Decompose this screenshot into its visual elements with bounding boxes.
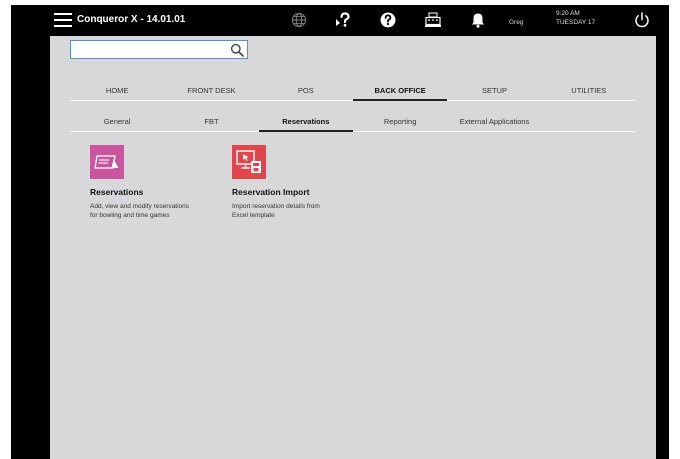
clock-day: TUESDAY 17 bbox=[556, 19, 596, 26]
import-monitor-icon[interactable] bbox=[232, 145, 266, 179]
tile-description-line: Import reservation details from bbox=[232, 203, 320, 210]
tab-pos[interactable]: POS bbox=[259, 80, 353, 100]
main-panel: HOME FRONT DESK POS BACK OFFICE SETUP UT… bbox=[50, 36, 656, 459]
subtab-general[interactable]: General bbox=[70, 112, 164, 131]
search-box[interactable] bbox=[70, 40, 248, 59]
tile-reservation-import[interactable]: Reservation Import Import reservation de… bbox=[232, 145, 320, 220]
hamburger-menu-icon[interactable] bbox=[54, 13, 72, 27]
globe-icon[interactable] bbox=[290, 11, 308, 29]
reservation-ticket-icon[interactable] bbox=[90, 145, 124, 179]
subtab-fbt[interactable]: FBT bbox=[164, 112, 258, 131]
tile-title: Reservations bbox=[90, 187, 144, 197]
tab-back-office[interactable]: BACK OFFICE bbox=[352, 80, 448, 101]
tab-home[interactable]: HOME bbox=[70, 80, 164, 100]
tab-setup[interactable]: SETUP bbox=[447, 80, 541, 100]
search-input[interactable] bbox=[73, 42, 223, 57]
tile-title: Reservation Import bbox=[232, 187, 310, 197]
tile-reservations[interactable]: Reservations Add, view and modify reserv… bbox=[90, 145, 189, 220]
pointer-help-icon[interactable] bbox=[334, 11, 352, 29]
main-nav: HOME FRONT DESK POS BACK OFFICE SETUP UT… bbox=[70, 80, 636, 101]
subtab-reporting[interactable]: Reporting bbox=[353, 112, 447, 131]
subtab-reservations[interactable]: Reservations bbox=[258, 112, 354, 132]
tile-description: Add, view and modify reservations for bo… bbox=[90, 202, 189, 220]
top-bar: Conqueror X - 14.01.01 Greg 9:20 AM TUES… bbox=[11, 5, 669, 35]
tile-description-line: for bowling and time games bbox=[90, 212, 170, 219]
help-icon[interactable] bbox=[379, 11, 397, 29]
subtab-empty bbox=[542, 112, 636, 131]
tab-front-desk[interactable]: FRONT DESK bbox=[164, 80, 258, 100]
subtab-external-applications[interactable]: External Applications bbox=[447, 112, 541, 131]
power-icon[interactable] bbox=[633, 11, 651, 29]
search-icon[interactable] bbox=[230, 43, 244, 57]
clock: 9:20 AM TUESDAY 17 bbox=[556, 9, 595, 27]
cash-register-icon[interactable] bbox=[424, 11, 442, 29]
tile-description-line: Excel template bbox=[232, 212, 275, 219]
app-frame: Conqueror X - 14.01.01 Greg 9:20 AM TUES… bbox=[11, 5, 669, 459]
app-title: Conqueror X - 14.01.01 bbox=[77, 14, 186, 25]
tile-description: Import reservation details from Excel te… bbox=[232, 202, 320, 220]
notification-bell-icon[interactable] bbox=[469, 11, 487, 29]
sub-nav: General FBT Reservations Reporting Exter… bbox=[70, 112, 636, 132]
user-name[interactable]: Greg bbox=[509, 19, 523, 26]
tile-description-line: Add, view and modify reservations bbox=[90, 203, 189, 210]
clock-time: 9:20 AM bbox=[556, 10, 580, 17]
tab-utilities[interactable]: UTILITIES bbox=[542, 80, 636, 100]
